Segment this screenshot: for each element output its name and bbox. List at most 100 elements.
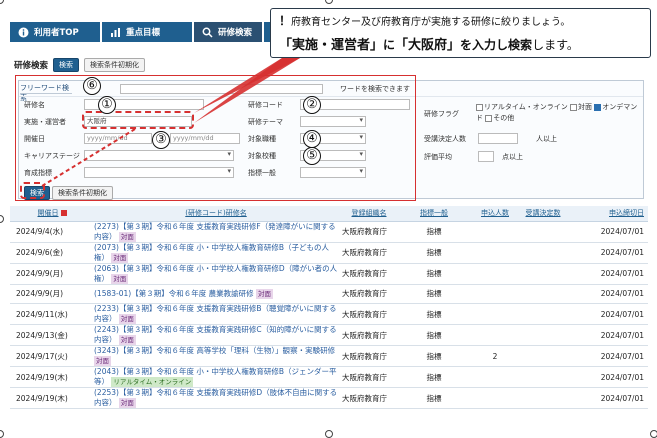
- table-row[interactable]: 2024/9/4(水) (2273)【第３期】令和６年度 支援教育実践研修F（発達…: [10, 221, 648, 243]
- row-name[interactable]: (2063)【第３期】令和６年度 小・中学校人権教育研修D（障がい者の人権） 対…: [94, 263, 338, 285]
- row-name[interactable]: (2073)【第３期】令和６年度 小・中学校人権教育研修B（子どもの人権） 対面: [94, 242, 338, 264]
- row-date: 2024/9/4(水): [10, 221, 94, 243]
- table-row[interactable]: 2024/9/17(火) (3243)【第３期】令和６年度 高等学校「理科（生物）…: [10, 345, 648, 367]
- row-indicator: 指標: [400, 221, 468, 243]
- table-row[interactable]: 2024/9/11(水) (2233)【第３期】令和６年度 支援教育実践研修B（聴…: [10, 303, 648, 325]
- row-title: 【第３期】令和６年度 小・中学校人権教育研修D（障がい者の人権）: [94, 263, 338, 283]
- row-code: (2063): [94, 263, 119, 273]
- row-indicator: 指標: [400, 303, 468, 325]
- table-row[interactable]: 2024/9/19(木) (2253)【第３期】令和６年度 支援教育実践研修D（肢…: [10, 387, 648, 409]
- col-name[interactable]: (研修コード)研修名: [94, 206, 338, 222]
- row-indicator: 指標: [400, 263, 468, 285]
- row-code: (2253): [94, 388, 119, 397]
- row-code: (2243): [94, 325, 119, 334]
- table-row[interactable]: 2024/9/9(月) (1583-01)【第３期】令和６年度 農業教諭研修 対面…: [10, 284, 648, 304]
- table-row[interactable]: 2024/9/19(木) (2043)【第３期】令和６年度 小・中学校人権教育研修…: [10, 366, 648, 388]
- exclamation-mark: ！: [279, 14, 292, 28]
- row-title: 【第３期】令和６年度 農業教諭研修: [131, 288, 254, 298]
- row-indicator: 指標: [400, 324, 468, 346]
- col-indicator[interactable]: 指標一般: [400, 206, 468, 222]
- format-badge: 対面: [111, 252, 129, 263]
- sort-icon[interactable]: [60, 210, 67, 217]
- row-name[interactable]: (1583-01)【第３期】令和６年度 農業教諭研修 対面: [94, 284, 338, 304]
- row-deadline: 2024/07/01: [564, 303, 648, 325]
- row-deadline: 2024/07/01: [564, 345, 648, 367]
- row-applicants: [468, 324, 522, 346]
- row-deadline: 2024/07/01: [564, 263, 648, 285]
- row-org: 大阪府教育庁: [338, 366, 400, 388]
- row-decided: [522, 345, 564, 367]
- row-applicants: [468, 387, 522, 409]
- col-deadline[interactable]: 申込締切日: [564, 206, 648, 222]
- row-decided: [522, 242, 564, 264]
- row-code: (1583-01): [94, 288, 132, 298]
- col-org[interactable]: 登録組織名: [338, 206, 400, 222]
- row-decided: [522, 366, 564, 388]
- frame-handle: [650, 430, 657, 438]
- row-decided: [522, 221, 564, 243]
- marker-1: ①: [98, 96, 116, 114]
- row-title: 【第３期】令和６年度 小・中学校人権教育研修B（子どもの人権）: [94, 242, 329, 262]
- row-org: 大阪府教育庁: [338, 221, 400, 243]
- row-date: 2024/9/19(木): [10, 366, 94, 388]
- row-deadline: 2024/07/01: [564, 242, 648, 264]
- row-name[interactable]: (2043)【第３期】令和６年度 小・中学校人権教育研修B（ジェンダー平等） リ…: [94, 366, 338, 388]
- row-date: 2024/9/13(金): [10, 324, 94, 346]
- row-org: 大阪府教育庁: [338, 345, 400, 367]
- row-code: (2073): [94, 242, 119, 252]
- row-name[interactable]: (3243)【第３期】令和６年度 高等学校「理科（生物）」観察・実験研修 対面: [94, 345, 338, 367]
- row-title: 【第３期】令和６年度 高等学校「理科（生物）」観察・実験研修: [118, 346, 336, 355]
- callout-text-1: 府教育センター及び府教育庁が実施する研修に絞りましょう。: [291, 17, 571, 28]
- row-decided: [522, 387, 564, 409]
- table-row[interactable]: 2024/9/9(月) (2063)【第３期】令和６年度 小・中学校人権教育研修D…: [10, 263, 648, 285]
- row-org: 大阪府教育庁: [338, 263, 400, 285]
- row-applicants: [468, 242, 522, 264]
- col-date[interactable]: 開催日: [10, 206, 94, 222]
- callout-osaka: 「大阪府」: [395, 38, 461, 53]
- col-applicants[interactable]: 申込人数: [468, 206, 522, 222]
- row-date: 2024/9/19(木): [10, 387, 94, 409]
- instruction-callout: ！府教育センター及び府教育庁が実施する研修に絞りましょう。 「実施・運営者」に「…: [270, 8, 651, 58]
- callout-enter-search: を入力し検索: [460, 38, 533, 52]
- row-name[interactable]: (2243)【第３期】令和６年度 支援教育実践研修C（知的障がいに関する内容） …: [94, 324, 338, 346]
- marker-4: ④: [303, 130, 321, 148]
- row-deadline: 2024/07/01: [564, 284, 648, 304]
- format-badge: 対面: [255, 288, 273, 299]
- results-table: 開催日 (研修コード)研修名 登録組織名 指標一般 申込人数 受講決定数 申込締…: [10, 206, 648, 409]
- format-badge: 対面: [118, 335, 136, 345]
- row-date: 2024/9/17(火): [10, 345, 94, 367]
- row-applicants: 2: [468, 345, 522, 367]
- callout-masu: します。: [532, 38, 579, 52]
- row-code: (2233): [94, 304, 119, 313]
- row-indicator: 指標: [400, 366, 468, 388]
- row-name[interactable]: (2253)【第３期】令和６年度 支援教育実践研修D（肢体不自由に関する内容） …: [94, 387, 338, 409]
- col-decided[interactable]: 受講決定数: [522, 206, 564, 222]
- row-org: 大阪府教育庁: [338, 242, 400, 264]
- table-row[interactable]: 2024/9/6(金) (2073)【第３期】令和６年度 小・中学校人権教育研修B…: [10, 242, 648, 264]
- row-deadline: 2024/07/01: [564, 366, 648, 388]
- row-indicator: 指標: [400, 242, 468, 264]
- row-decided: [522, 284, 564, 304]
- row-code: (2043): [94, 367, 119, 376]
- row-code: (2273): [94, 221, 119, 231]
- row-date: 2024/9/6(金): [10, 242, 94, 264]
- callout-line-2: 「実施・運営者」に「大阪府」を入力し検索します。: [279, 34, 642, 53]
- marker-6: ⑥: [83, 77, 101, 95]
- format-badge: 対面: [111, 273, 129, 284]
- row-name[interactable]: (2273)【第３期】令和６年度 支援教育実践研修F（発達障がいに関する内容） …: [94, 221, 338, 243]
- row-indicator: 指標: [400, 387, 468, 409]
- row-deadline: 2024/07/01: [564, 221, 648, 243]
- callout-line-1: ！府教育センター及び府教育庁が実施する研修に絞りましょう。: [279, 12, 642, 29]
- row-org: 大阪府教育庁: [338, 303, 400, 325]
- marker-5: ⑤: [303, 147, 321, 165]
- marker-2: ②: [303, 96, 321, 114]
- table-row[interactable]: 2024/9/13(金) (2243)【第３期】令和６年度 支援教育実践研修C（知…: [10, 324, 648, 346]
- row-decided: [522, 324, 564, 346]
- format-badge: 対面: [94, 356, 111, 366]
- row-date: 2024/9/11(水): [10, 303, 94, 325]
- row-org: 大阪府教育庁: [338, 284, 400, 304]
- row-name[interactable]: (2233)【第３期】令和６年度 支援教育実践研修B（聴覚障がいに関する内容） …: [94, 303, 338, 325]
- frame-handle: [325, 430, 333, 438]
- row-applicants: [468, 366, 522, 388]
- row-indicator: 指標: [400, 345, 468, 367]
